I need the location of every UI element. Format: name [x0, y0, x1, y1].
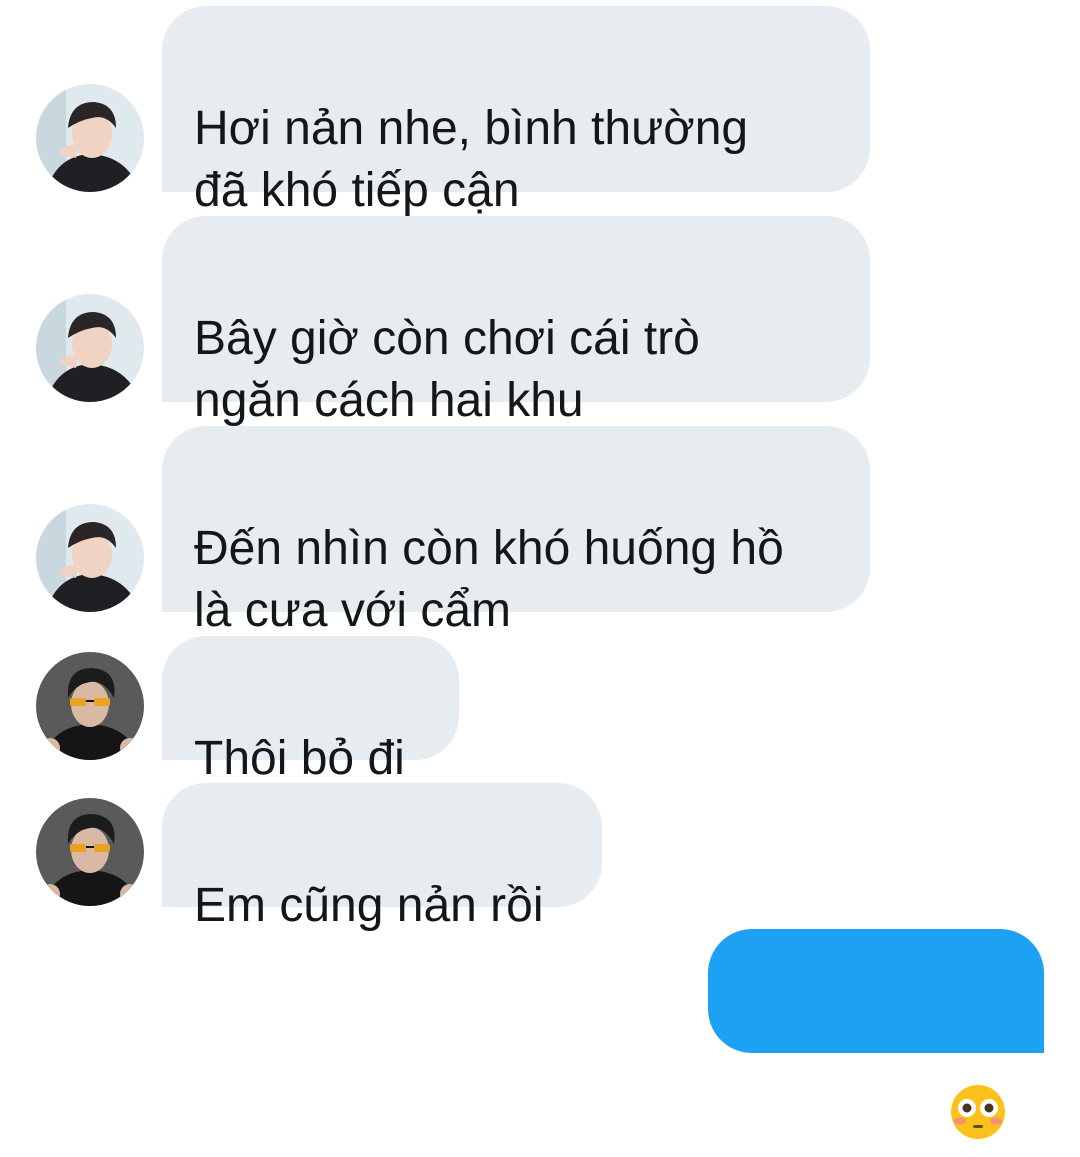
- message-bubble-outgoing[interactable]: Ơ kìa???: [708, 929, 1044, 1142]
- message-bubble-incoming[interactable]: Hơi nản nhe, bình thường đã khó tiếp cận: [162, 6, 870, 217]
- message-bubble-incoming[interactable]: Đến nhìn còn khó huống hồ là cưa với cẩm: [162, 426, 870, 637]
- flushed-face-icon: [949, 1021, 1007, 1139]
- avatar-contact-a[interactable]: [36, 294, 144, 402]
- message-text: Đến nhìn còn khó huống hồ là cưa với cẩm: [194, 522, 784, 637]
- message-text: Hơi nản nhe, bình thường đã khó tiếp cận: [194, 102, 749, 217]
- message-bubble-incoming[interactable]: Bây giờ còn chơi cái trò ngăn cách hai k…: [162, 216, 870, 427]
- message-text: Bây giờ còn chơi cái trò ngăn cách hai k…: [194, 312, 700, 427]
- avatar-contact-a[interactable]: [36, 84, 144, 192]
- message-text: Ơ kìa???: [740, 1089, 939, 1142]
- message-text: Em cũng nản rồi: [194, 879, 544, 932]
- avatar-contact-a[interactable]: [36, 504, 144, 612]
- message-bubble-incoming[interactable]: Thôi bỏ đi: [162, 636, 459, 785]
- avatar-contact-b[interactable]: [36, 652, 144, 760]
- message-bubble-incoming[interactable]: Em cũng nản rồi: [162, 783, 602, 932]
- message-text: Thôi bỏ đi: [194, 732, 405, 785]
- avatar-contact-b[interactable]: [36, 798, 144, 906]
